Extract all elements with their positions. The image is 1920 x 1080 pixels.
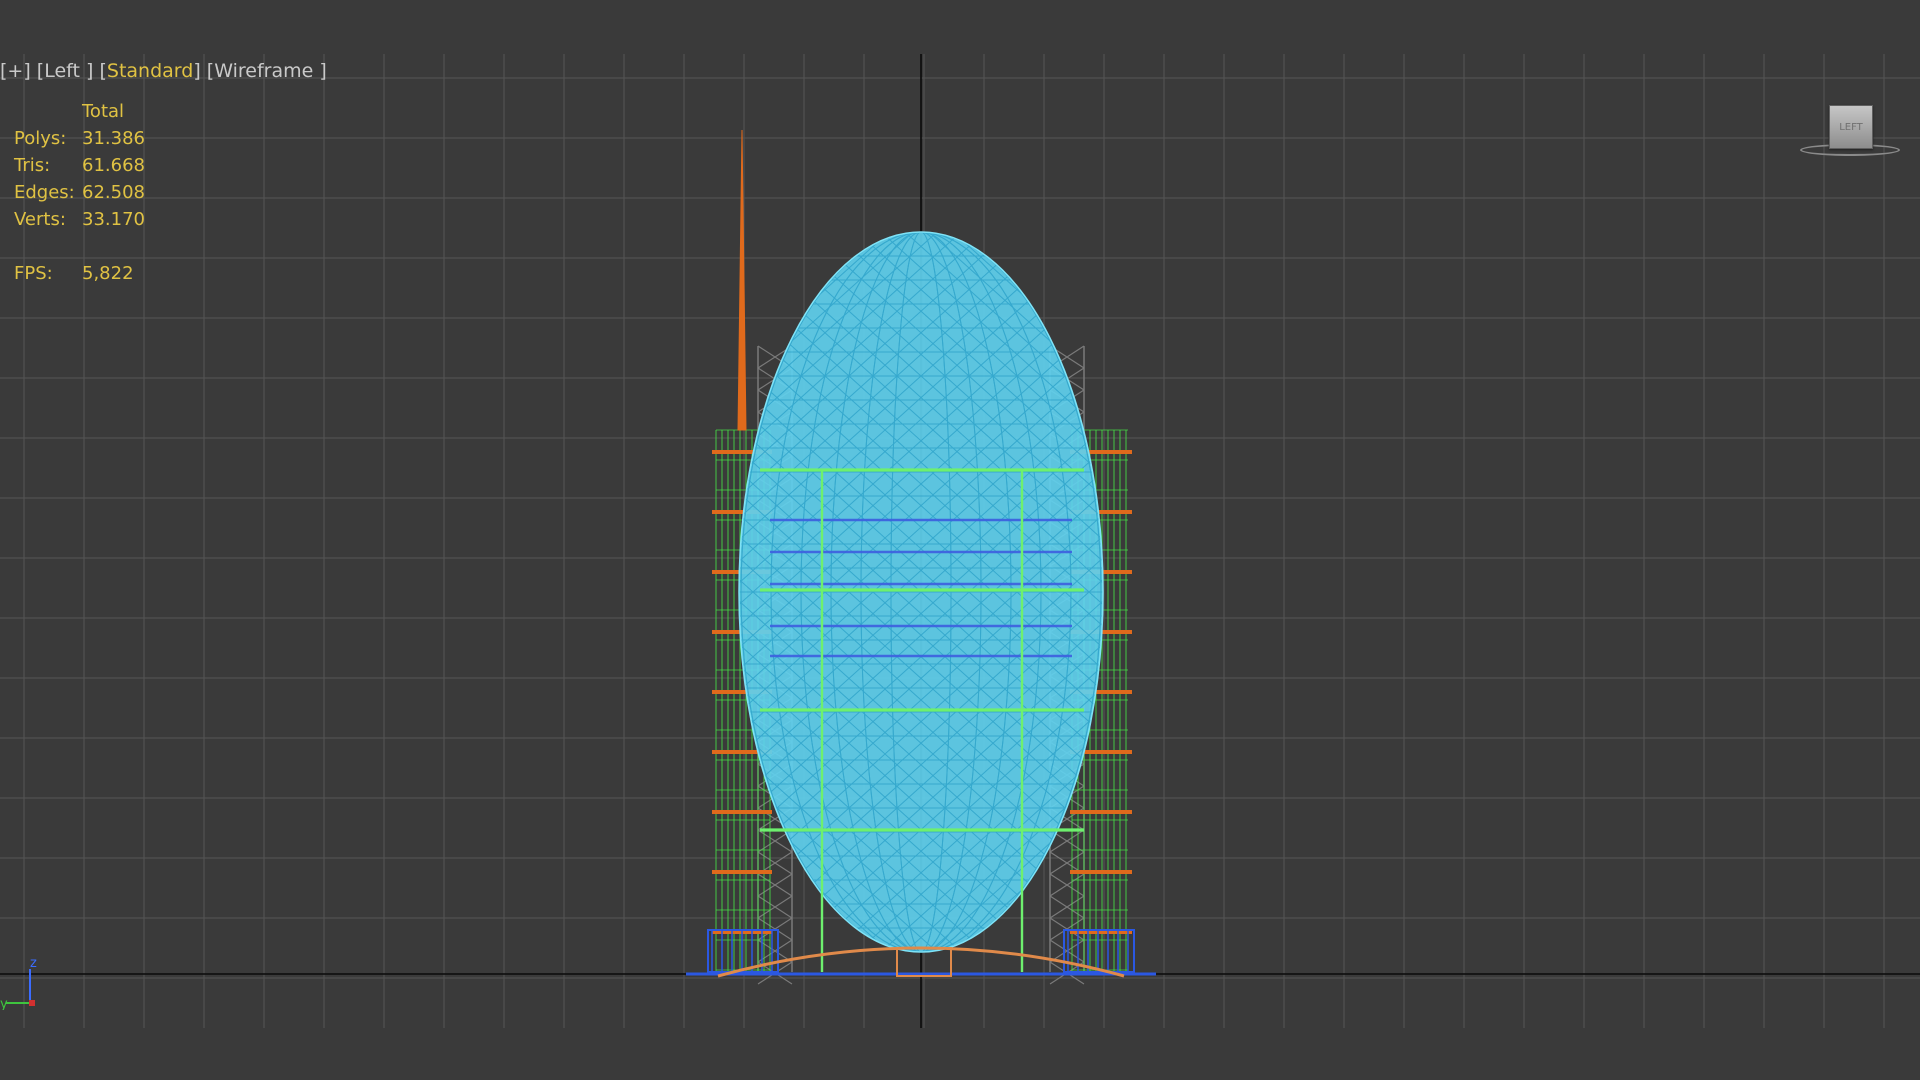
scene-statistics: Total Polys: 31.386 Tris: 61.668 Edges: 62.… — [14, 98, 145, 287]
stats-header: Total — [82, 101, 125, 122]
wireframe-scene[interactable] — [0, 0, 1920, 1080]
viewport-label-menu[interactable]: [+] [Left ] [Standard] [Wireframe ] — [0, 60, 327, 82]
stats-row-edges: Edges: 62.508 — [14, 182, 145, 203]
axis-tripod-icon: z y — [0, 956, 37, 1010]
viewcube-left-face[interactable]: LEFT — [1829, 105, 1873, 149]
axis-y-label: y — [0, 997, 8, 1010]
stats-row-tris: Tris: 61.668 — [14, 155, 145, 176]
stats-row-verts: Verts: 33.170 — [14, 209, 145, 230]
left-viewport[interactable]: [+] [Left ] [Standard] [Wireframe ] Tota… — [0, 0, 1920, 1080]
viewport-shading-menu[interactable]: [Standard] — [99, 60, 200, 82]
viewport-point-of-view-menu[interactable]: [Left ] — [37, 60, 94, 82]
viewport-plus-menu[interactable]: [+] — [0, 60, 31, 82]
shading-mode-label: Standard — [106, 60, 194, 82]
viewport-display-mode-menu[interactable]: [Wireframe ] — [207, 60, 327, 82]
stats-row-fps: FPS: 5,822 — [14, 263, 134, 284]
stats-row-polys: Polys: 31.386 — [14, 128, 145, 149]
axis-z-label: z — [30, 956, 37, 971]
